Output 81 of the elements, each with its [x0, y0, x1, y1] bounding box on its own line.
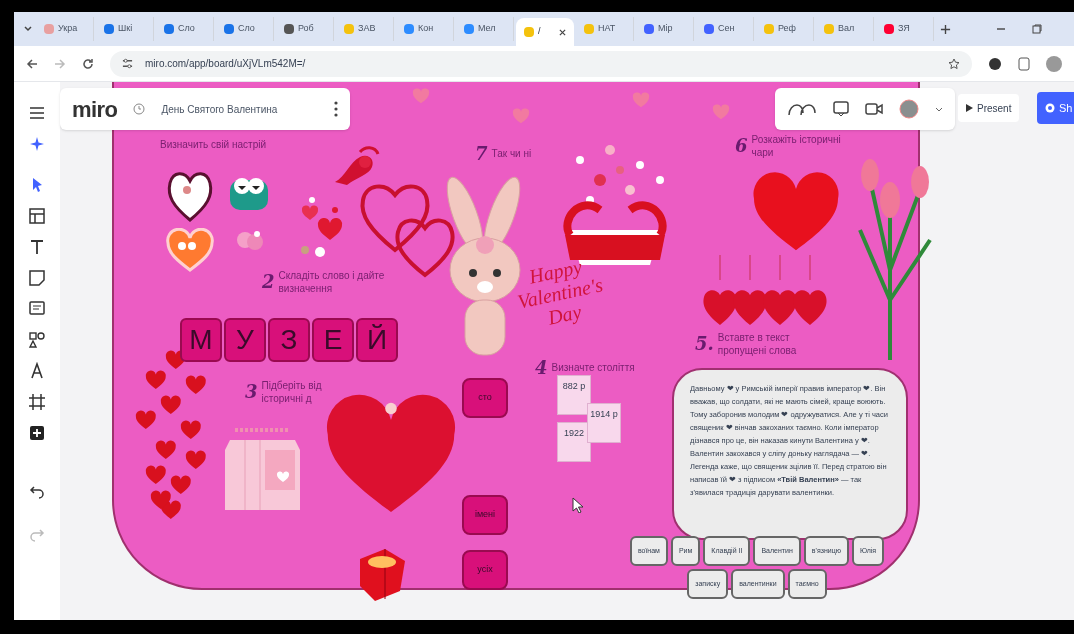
browser-tab[interactable]: ЗЯ — [876, 17, 934, 41]
share-icon — [1045, 103, 1055, 113]
menu-icon[interactable] — [28, 104, 46, 122]
letter-tile[interactable]: З — [268, 318, 310, 362]
task-title: Підберіть від історичні д — [261, 378, 323, 405]
answer-chip[interactable]: усіх — [462, 550, 508, 590]
date-card[interactable]: 1914 р — [587, 403, 621, 443]
heart-face-sticker-icon — [165, 228, 215, 272]
date-card[interactable]: 1922 — [557, 422, 591, 462]
browser-tab[interactable]: ЗАВ — [336, 17, 394, 41]
heart-decoration-icon — [632, 92, 650, 108]
profile-avatar-icon[interactable] — [1046, 55, 1062, 72]
share-button[interactable]: Sh — [1037, 92, 1074, 124]
extensions-icon[interactable] — [1018, 56, 1030, 71]
reload-icon[interactable] — [82, 57, 94, 70]
browser-tab[interactable]: НАТ — [576, 17, 634, 41]
undo-icon[interactable] — [29, 483, 45, 499]
caret-icon[interactable] — [935, 106, 943, 112]
browser-tab[interactable]: Реф — [756, 17, 814, 41]
bookmark-star-icon[interactable] — [948, 57, 960, 70]
present-button[interactable]: Present — [958, 94, 1020, 122]
task-number: 6 — [735, 134, 748, 158]
greeting-text: Happy Valentine's Day — [514, 254, 606, 331]
restore-icon — [1032, 24, 1042, 34]
new-tab-icon — [940, 23, 951, 35]
task-title: Так чи ні — [491, 147, 533, 160]
browser-tab[interactable]: Сло — [156, 17, 214, 41]
site-info-icon[interactable] — [122, 58, 133, 69]
browser-tab[interactable]: Сен — [696, 17, 754, 41]
add-icon[interactable] — [28, 424, 46, 442]
task-title: Розкажіть історичні чари — [751, 132, 842, 159]
close-icon — [559, 28, 566, 36]
task-title: Складіть слово і дайте визначення — [278, 268, 386, 295]
chat-icon[interactable] — [833, 101, 849, 117]
answer-chip[interactable]: імені — [462, 495, 508, 535]
task-title: Визначте століття — [551, 361, 636, 374]
video-icon[interactable] — [865, 102, 883, 116]
task-number: 3 — [245, 380, 258, 404]
browser-tab[interactable]: Кон — [396, 17, 454, 41]
task-title: Визначить свій настрій — [160, 138, 267, 151]
letter-tile[interactable]: Й — [356, 318, 398, 362]
mouse-pointer-icon — [572, 497, 584, 513]
shapes-icon[interactable] — [28, 331, 46, 349]
browser-tab[interactable]: Мел — [456, 17, 514, 41]
board-title[interactable]: День Святого Валентина — [161, 101, 318, 117]
task-number: 5. — [695, 332, 714, 356]
browser-tab[interactable]: Шкі — [96, 17, 154, 41]
frame-icon[interactable] — [28, 393, 46, 411]
task-title: Вставте в текст пропущені слова — [717, 330, 798, 357]
letter-tile[interactable]: Е — [312, 318, 354, 362]
task-number: 2 — [262, 270, 275, 294]
play-icon — [966, 104, 973, 112]
reactions-icon[interactable] — [787, 101, 817, 117]
address-bar[interactable]: miro.com/app/board/uXjVLm542M=/ — [110, 50, 972, 77]
back-icon[interactable] — [26, 57, 38, 70]
answer-chip[interactable]: сто — [462, 378, 508, 418]
browser-tab[interactable]: Роб — [276, 17, 334, 41]
url-text: miro.com/app/board/uXjVLm542M=/ — [145, 57, 307, 71]
clock-icon — [133, 103, 146, 115]
heart-decoration-icon — [512, 108, 530, 124]
task-number: 7 — [475, 142, 488, 166]
browser-tab[interactable]: Вал — [816, 17, 874, 41]
pen-icon[interactable] — [28, 362, 46, 380]
browser-tab[interactable]: Мір — [636, 17, 694, 41]
sticky-note-icon[interactable] — [28, 269, 46, 287]
miro-logo[interactable]: miro — [72, 92, 118, 126]
heart-decoration-icon — [412, 88, 430, 104]
heart-decoration-icon — [712, 104, 730, 120]
template-icon[interactable] — [28, 207, 46, 225]
extension-icon[interactable] — [988, 56, 1002, 71]
text-icon[interactable] — [28, 238, 46, 256]
letter-tile[interactable]: М — [180, 318, 222, 362]
browser-tab[interactable]: Сло — [216, 17, 274, 41]
comment-icon[interactable] — [28, 300, 46, 318]
letter-tile[interactable]: У — [224, 318, 266, 362]
more-menu-icon[interactable] — [334, 101, 338, 117]
task-number: 4 — [535, 356, 548, 380]
date-card[interactable]: 882 р — [557, 375, 591, 415]
browser-tab[interactable]: Укра — [36, 17, 94, 41]
browser-tab[interactable]: / — [516, 18, 574, 46]
user-avatar-icon[interactable] — [899, 99, 919, 119]
